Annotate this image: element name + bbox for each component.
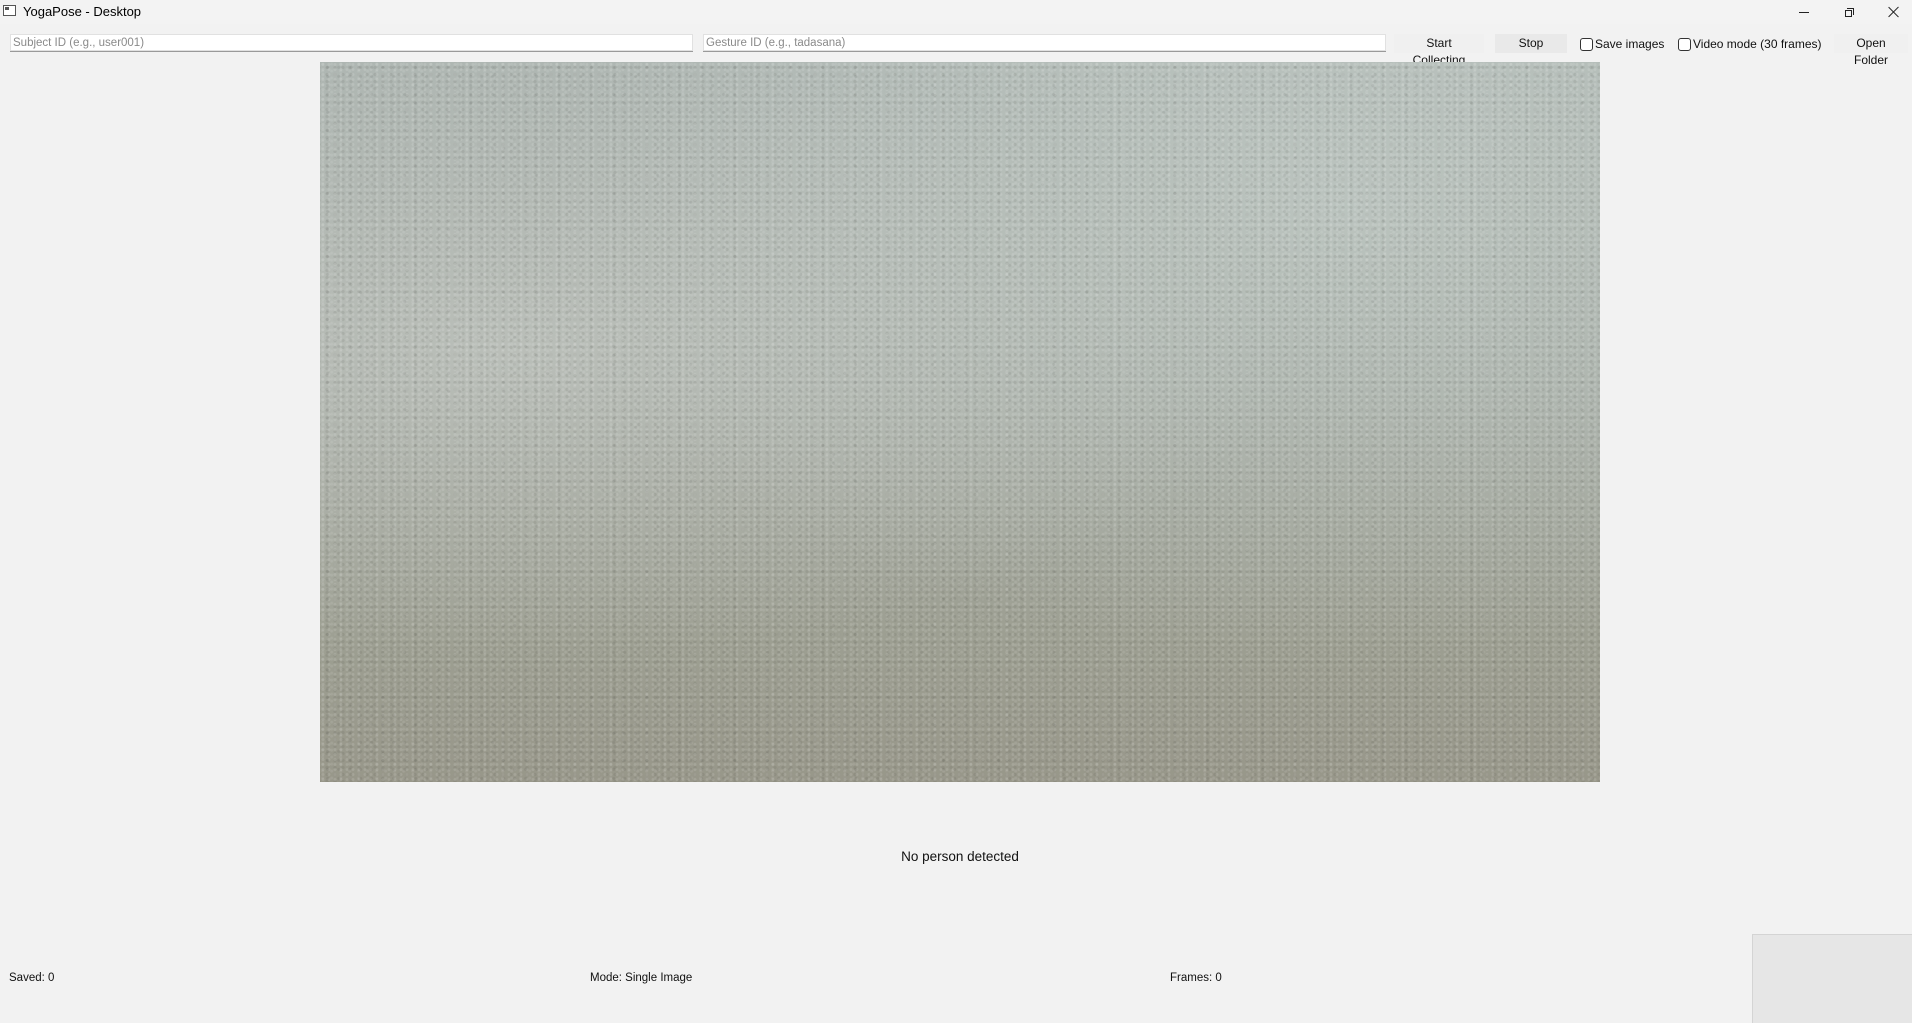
stop-button[interactable]: Stop: [1495, 34, 1567, 53]
camera-preview: [320, 62, 1600, 782]
mode-indicator: Mode: Single Image: [590, 972, 693, 984]
minimize-icon: [1799, 11, 1809, 13]
window-title: YogaPose - Desktop: [23, 4, 142, 19]
detection-status: No person detected: [901, 849, 1019, 864]
video-mode-checkbox-box[interactable]: [1678, 37, 1691, 51]
app-icon: [3, 5, 16, 16]
subject-id-input[interactable]: [10, 34, 693, 52]
restore-button[interactable]: [1827, 0, 1871, 24]
video-mode-label: Video mode (30 frames): [1693, 37, 1822, 51]
frames-count: Frames: 0: [1170, 972, 1222, 984]
start-collecting-button[interactable]: Start Collecting: [1394, 34, 1484, 67]
app-window: YogaPose - Desktop Start Collecting Stop…: [0, 0, 1912, 1023]
video-mode-checkbox[interactable]: Video mode (30 frames): [1678, 35, 1822, 53]
maximize-icon: [1844, 7, 1854, 17]
camera-frame-texture: [320, 62, 1600, 782]
gesture-id-input[interactable]: [703, 34, 1386, 52]
save-images-label: Save images: [1595, 37, 1665, 51]
minimize-button[interactable]: [1782, 0, 1826, 24]
save-images-checkbox-box[interactable]: [1580, 37, 1593, 51]
saved-count: Saved: 0: [9, 972, 55, 984]
save-images-checkbox[interactable]: Save images: [1580, 35, 1664, 53]
open-folder-button[interactable]: Open Folder: [1834, 34, 1908, 67]
toolbar: Start Collecting Stop Save images Video …: [0, 32, 1912, 67]
title-bar[interactable]: YogaPose - Desktop: [0, 0, 1912, 24]
close-button[interactable]: [1872, 0, 1912, 24]
thumbnail-preview: [1752, 934, 1912, 1023]
close-icon: [1888, 6, 1900, 18]
